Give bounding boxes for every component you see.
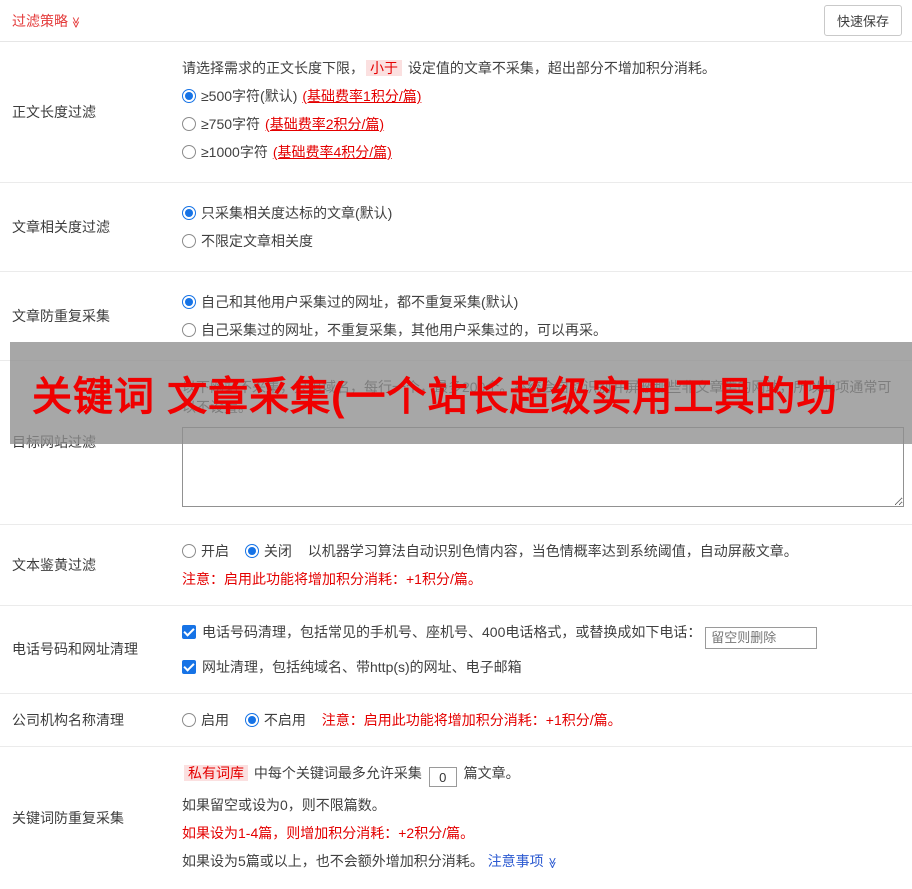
row-content-keyword-dedup: 私有词库 中每个关键词最多允许采集 篇文章。 如果留空或设为0，则不限篇数。 如… [182, 759, 904, 878]
company-clean-options-line: 启用 不启用 注意：启用此功能将增加积分消耗：+1积分/篇。 [182, 710, 904, 730]
keyword-dedup-limit-line: 私有词库 中每个关键词最多允许采集 篇文章。 [182, 763, 904, 788]
option-rate-note: (基础费率4积分/篇) [273, 144, 392, 160]
row-content-relevance-filter: 只采集相关度达标的文章(默认) 不限定文章相关度 [182, 195, 904, 259]
option-label: 开启 [201, 543, 229, 559]
section-title-filter-strategy[interactable]: 过滤策略≫ [12, 11, 82, 31]
keyword-dedup-note-five: 如果设为5篇或以上，也不会额外增加积分消耗。 注意事项≫ [182, 851, 904, 873]
option-company-clean-off[interactable]: 不启用 [245, 710, 306, 730]
option-length-750[interactable]: ≥750字符 (基础费率2积分/篇) [182, 114, 904, 134]
phone-clean-checkbox-option[interactable]: 电话号码清理，包括常见的手机号、座机号、400电话格式，或替换成如下电话： [182, 624, 705, 640]
option-label: 自己采集过的网址，不重复采集，其他用户采集过的，可以再采。 [201, 322, 607, 338]
row-phone-url-clean: 电话号码和网址清理 电话号码清理，包括常见的手机号、座机号、400电话格式，或替… [0, 606, 912, 694]
option-label: 启用 [201, 712, 229, 728]
option-label: 电话号码清理，包括常见的手机号、座机号、400电话格式，或替换成如下电话： [202, 624, 701, 640]
option-label: 不启用 [264, 712, 306, 728]
note-text: 如果设为5篇或以上，也不会额外增加积分消耗。 [182, 853, 484, 869]
option-company-clean-on[interactable]: 启用 [182, 710, 229, 730]
radio-icon[interactable] [182, 117, 196, 131]
filter-strategy-page: 过滤策略≫ 快速保存 正文长度过滤 请选择需求的正文长度下限，小于 设定值的文章… [0, 0, 912, 768]
row-length-filter: 正文长度过滤 请选择需求的正文长度下限，小于 设定值的文章不采集，超出部分不增加… [0, 42, 912, 183]
chevron-down-icon: ≫ [69, 16, 82, 28]
option-rate-note: (基础费率2积分/篇) [265, 116, 384, 132]
radio-checked-icon[interactable] [245, 713, 259, 727]
watermark-text: 关键词 文章采集(一个站长超级实用工具的功 [32, 364, 837, 422]
checkbox-checked-icon[interactable] [182, 660, 196, 674]
phone-clean-line: 电话号码清理，包括常见的手机号、座机号、400电话格式，或替换成如下电话： [182, 622, 904, 649]
porn-filter-desc: 以机器学习算法自动识别色情内容，当色情概率达到系统阈值，自动屏蔽文章。 [308, 543, 798, 559]
length-filter-desc: 请选择需求的正文长度下限，小于 设定值的文章不采集，超出部分不增加积分消耗。 [182, 58, 904, 78]
row-content-porn-filter: 开启 关闭 以机器学习算法自动识别色情内容，当色情概率达到系统阈值，自动屏蔽文章… [182, 537, 904, 593]
porn-filter-options-line: 开启 关闭 以机器学习算法自动识别色情内容，当色情概率达到系统阈值，自动屏蔽文章… [182, 541, 904, 561]
row-relevance-filter: 文章相关度过滤 只采集相关度达标的文章(默认) 不限定文章相关度 [0, 183, 912, 272]
row-label-length-filter: 正文长度过滤 [12, 102, 182, 122]
max-articles-input[interactable] [429, 767, 457, 787]
option-length-1000[interactable]: ≥1000字符 (基础费率4积分/篇) [182, 142, 904, 162]
radio-icon[interactable] [182, 145, 196, 159]
url-clean-checkbox-option[interactable]: 网址清理，包括纯域名、带http(s)的网址、电子邮箱 [182, 659, 522, 675]
radio-checked-icon[interactable] [182, 89, 196, 103]
private-lexicon-highlight: 私有词库 [184, 765, 248, 781]
option-label: 关闭 [264, 543, 292, 559]
notice-link[interactable]: 注意事项≫ [488, 853, 558, 869]
option-relevance-any[interactable]: 不限定文章相关度 [182, 231, 904, 251]
keyword-dedup-note-cost: 如果设为1-4篇，则增加积分消耗：+2积分/篇。 [182, 823, 904, 843]
option-rate-note: (基础费率1积分/篇) [302, 88, 421, 104]
option-porn-on[interactable]: 开启 [182, 541, 229, 561]
radio-icon[interactable] [182, 234, 196, 248]
option-label: 不限定文章相关度 [201, 233, 313, 249]
topbar: 过滤策略≫ 快速保存 [0, 0, 912, 42]
option-dedup-self-only[interactable]: 自己采集过的网址，不重复采集，其他用户采集过的，可以再采。 [182, 320, 904, 340]
desc-text-pre: 请选择需求的正文长度下限， [182, 60, 364, 76]
row-label-dedup-filter: 文章防重复采集 [12, 306, 182, 326]
row-company-clean: 公司机构名称清理 启用 不启用 注意：启用此功能将增加积分消耗：+1积分/篇。 [0, 694, 912, 747]
option-label: 网址清理，包括纯域名、带http(s)的网址、电子邮箱 [202, 659, 522, 675]
option-label: ≥500字符(默认) [201, 88, 297, 104]
option-label: ≥750字符 [201, 116, 260, 132]
option-label: 自己和其他用户采集过的网址，都不重复采集(默认) [201, 294, 518, 310]
row-label-phone-url-clean: 电话号码和网址清理 [12, 639, 182, 659]
section-title-text: 过滤策略 [12, 13, 68, 29]
desc-highlight: 小于 [366, 60, 402, 76]
notice-link-text: 注意事项 [488, 853, 544, 869]
row-label-keyword-dedup: 关键词防重复采集 [12, 808, 182, 828]
keyword-dedup-note-zero: 如果留空或设为0，则不限篇数。 [182, 795, 904, 815]
row-content-company-clean: 启用 不启用 注意：启用此功能将增加积分消耗：+1积分/篇。 [182, 706, 904, 734]
row-label-relevance-filter: 文章相关度过滤 [12, 217, 182, 237]
radio-icon[interactable] [182, 713, 196, 727]
radio-checked-icon[interactable] [245, 544, 259, 558]
option-length-500[interactable]: ≥500字符(默认) (基础费率1积分/篇) [182, 86, 904, 106]
desc-text-post: 设定值的文章不采集，超出部分不增加积分消耗。 [408, 60, 716, 76]
radio-icon[interactable] [182, 544, 196, 558]
row-label-porn-filter: 文本鉴黄过滤 [12, 555, 182, 575]
radio-checked-icon[interactable] [182, 206, 196, 220]
option-relevance-strict[interactable]: 只采集相关度达标的文章(默认) [182, 203, 904, 223]
row-content-length-filter: 请选择需求的正文长度下限，小于 设定值的文章不采集，超出部分不增加积分消耗。 ≥… [182, 54, 904, 170]
option-dedup-global[interactable]: 自己和其他用户采集过的网址，都不重复采集(默认) [182, 292, 904, 312]
replacement-phone-input[interactable] [705, 627, 817, 649]
checkbox-checked-icon[interactable] [182, 625, 196, 639]
quick-save-button[interactable]: 快速保存 [824, 5, 902, 36]
option-label: ≥1000字符 [201, 144, 268, 160]
radio-icon[interactable] [182, 323, 196, 337]
row-content-phone-url-clean: 电话号码清理，包括常见的手机号、座机号、400电话格式，或替换成如下电话： 网址… [182, 618, 904, 681]
limit-text-pre: 中每个关键词最多允许采集 [254, 765, 422, 781]
watermark-overlay: 关键词 文章采集(一个站长超级实用工具的功 [10, 342, 912, 444]
option-label: 只采集相关度达标的文章(默认) [201, 205, 392, 221]
row-content-dedup-filter: 自己和其他用户采集过的网址，都不重复采集(默认) 自己采集过的网址，不重复采集，… [182, 284, 904, 348]
option-porn-off[interactable]: 关闭 [245, 541, 292, 561]
url-clean-line: 网址清理，包括纯域名、带http(s)的网址、电子邮箱 [182, 657, 904, 677]
chevron-down-icon: ≫ [541, 857, 561, 869]
row-label-company-clean: 公司机构名称清理 [12, 710, 182, 730]
radio-checked-icon[interactable] [182, 295, 196, 309]
company-clean-cost-note: 注意：启用此功能将增加积分消耗：+1积分/篇。 [322, 712, 622, 728]
limit-text-post: 篇文章。 [464, 765, 520, 781]
row-porn-filter: 文本鉴黄过滤 开启 关闭 以机器学习算法自动识别色情内容，当色情概率达到系统阈值… [0, 525, 912, 606]
porn-filter-cost-note: 注意：启用此功能将增加积分消耗：+1积分/篇。 [182, 569, 904, 589]
